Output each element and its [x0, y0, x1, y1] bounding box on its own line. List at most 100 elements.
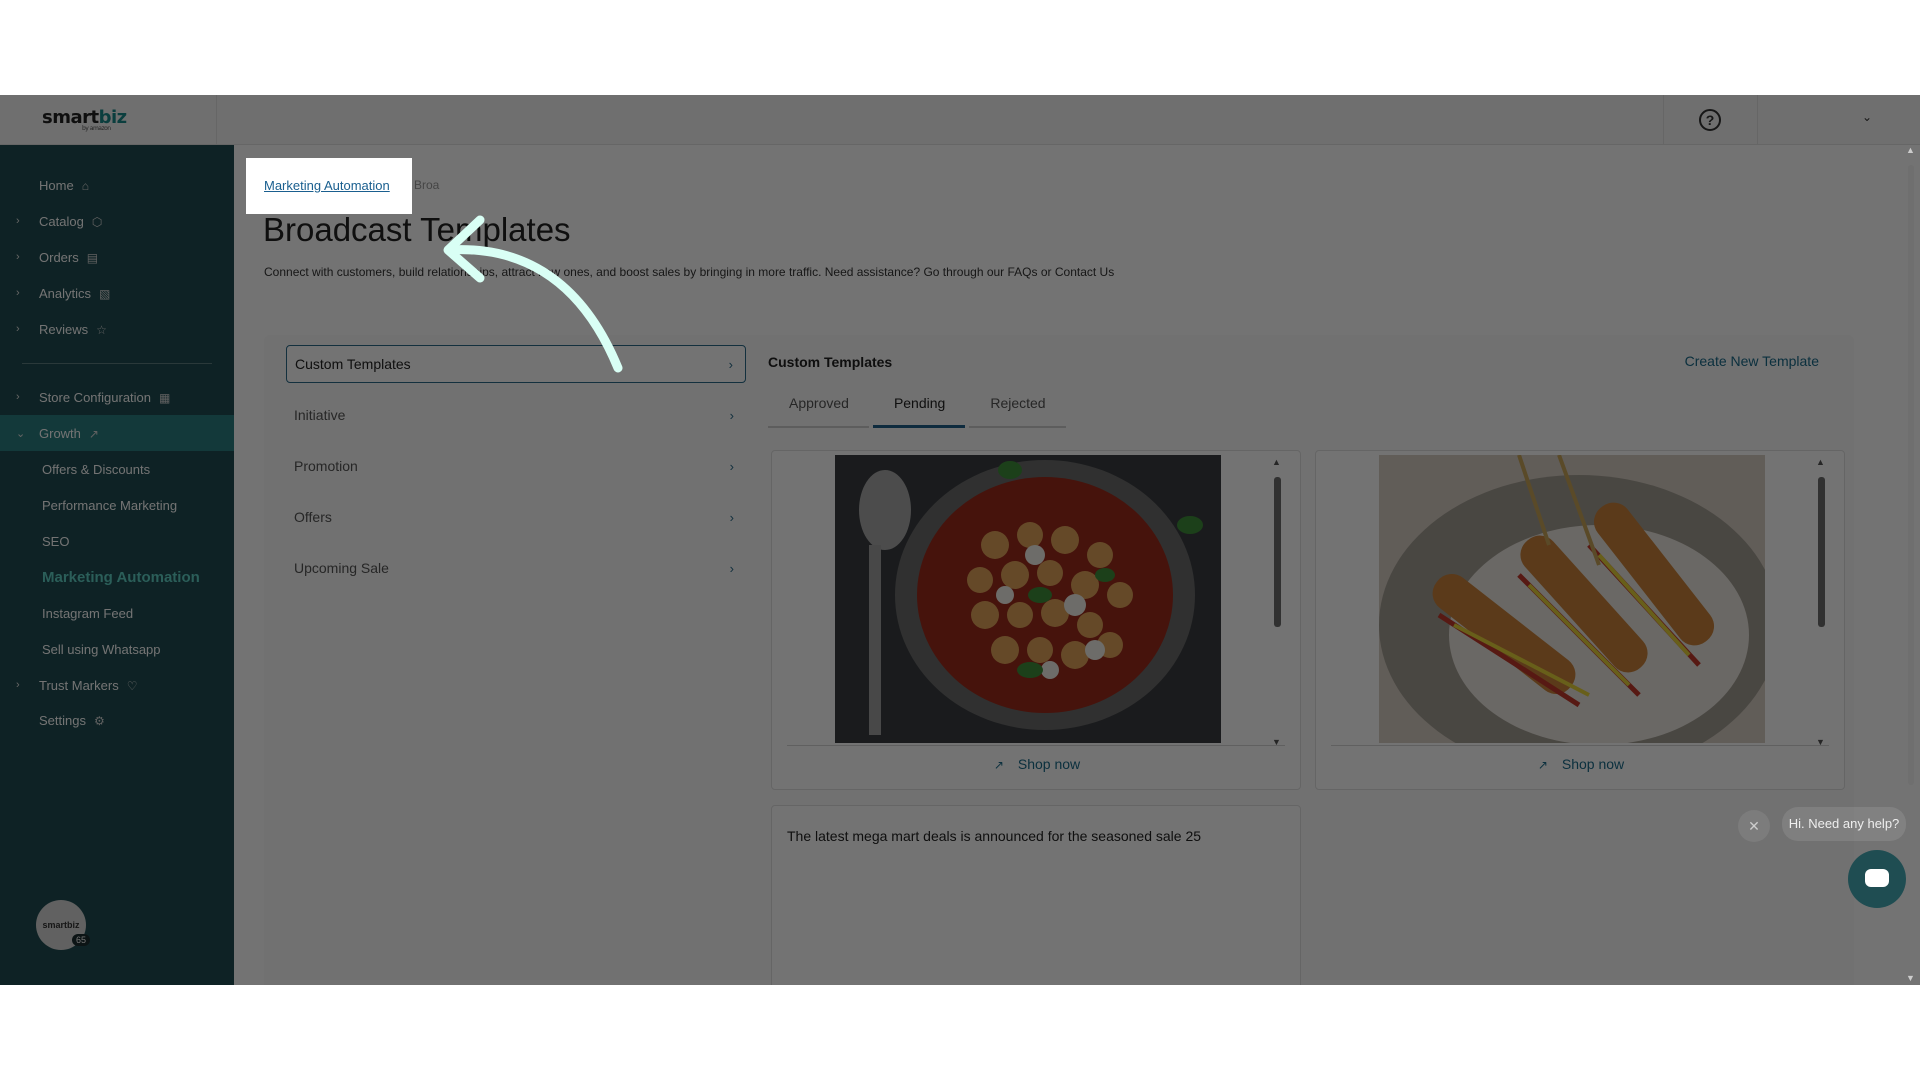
- page-description: Connect with customers, build relationsh…: [264, 265, 1115, 279]
- gear-icon: ⚙: [93, 713, 105, 728]
- shop-now-label: Shop now: [1561, 756, 1625, 772]
- sidebar-item-label: SEO: [42, 533, 70, 549]
- chat-help-bubble[interactable]: Hi. Need any help?: [1782, 807, 1906, 841]
- sidebar-item-label: Growth: [39, 425, 81, 441]
- template-image-corndogs: [1379, 455, 1765, 743]
- breadcrumb-link-marketing-automation[interactable]: Marketing Automation: [264, 178, 390, 193]
- scroll-down-icon[interactable]: ▼: [1906, 973, 1915, 983]
- star-icon: ☆: [96, 322, 107, 337]
- smartbiz-logo[interactable]: smartbiz by amazon: [42, 107, 127, 132]
- panel-title: Custom Templates: [768, 354, 893, 370]
- scroll-thumb[interactable]: [1274, 477, 1281, 627]
- template-image-gnocchi: [835, 455, 1221, 743]
- category-list: Custom Templates › Initiative › Promotio…: [286, 345, 746, 600]
- account-divider: [1757, 95, 1758, 145]
- chevron-right-icon: ›: [729, 509, 734, 525]
- corndog-image: [1379, 455, 1765, 743]
- template-scrollbar[interactable]: ▲ ▼: [1816, 457, 1826, 747]
- sidebar-item-label: Performance Marketing: [42, 497, 178, 513]
- scroll-up-icon[interactable]: ▲: [1816, 457, 1825, 467]
- app-window: smartbiz by amazon ? ⌄ Home ⌂ › Catalog ⬡ …: [0, 95, 1920, 985]
- shop-now-button[interactable]: ↗ Shop now: [772, 756, 1302, 772]
- category-upcoming-sale[interactable]: Upcoming Sale ›: [286, 549, 746, 587]
- template-card[interactable]: ▲ ▼ ↗ Shop now: [1315, 450, 1845, 790]
- sidebar-divider: [22, 363, 212, 364]
- avatar-text: smartbiz: [42, 920, 80, 930]
- sidebar-item-label: Trust Markers: [39, 677, 119, 693]
- category-offers[interactable]: Offers ›: [286, 498, 746, 536]
- chat-icon: [1865, 869, 1889, 887]
- sidebar-item-settings[interactable]: Settings ⚙: [0, 702, 234, 738]
- sidebar-item-instagram-feed[interactable]: Instagram Feed: [0, 595, 234, 631]
- sidebar-item-label: Analytics: [39, 285, 92, 301]
- sidebar-item-label: Orders: [39, 249, 79, 265]
- chevron-right-icon: ›: [16, 679, 20, 691]
- template-divider: [787, 745, 1285, 746]
- page-scrollbar[interactable]: ▲ ▼: [1905, 145, 1917, 985]
- chevron-right-icon: ›: [729, 458, 734, 474]
- sidebar-item-growth[interactable]: ⌄ Growth ↗: [0, 415, 234, 451]
- scroll-up-icon[interactable]: ▲: [1272, 457, 1281, 467]
- gnocchi-image: [835, 455, 1221, 743]
- scroll-thumb[interactable]: [1908, 165, 1914, 785]
- template-scrollbar[interactable]: ▲ ▼: [1272, 457, 1282, 747]
- sidebar-item-label: Instagram Feed: [42, 605, 134, 621]
- template-card[interactable]: ▲ ▼ ↗ Shop now: [771, 450, 1301, 790]
- tutorial-arrow: [443, 215, 623, 373]
- chevron-right-icon: ›: [728, 356, 733, 372]
- tab-pending[interactable]: Pending: [872, 391, 966, 428]
- create-new-template-link[interactable]: Create New Template: [1685, 353, 1819, 369]
- shop-now-label: Shop now: [1017, 756, 1081, 772]
- category-initiative[interactable]: Initiative ›: [286, 396, 746, 434]
- heart-badge-icon: ♡: [126, 678, 138, 693]
- scroll-thumb[interactable]: [1818, 477, 1825, 627]
- logo-subtitle: by amazon: [82, 125, 111, 132]
- trending-up-icon: ↗: [88, 426, 99, 441]
- template-divider: [1331, 745, 1829, 746]
- status-tabs: Approved Pending Rejected: [768, 391, 1070, 428]
- sidebar-item-offers-discounts[interactable]: Offers & Discounts: [0, 451, 234, 487]
- template-message-card: The latest mega mart deals is announced …: [771, 805, 1301, 985]
- category-label: Offers: [294, 509, 332, 525]
- sidebar-item-label: Catalog: [39, 213, 84, 229]
- sidebar-item-performance-marketing[interactable]: Performance Marketing: [0, 487, 234, 523]
- help-divider: [1663, 95, 1664, 145]
- tab-rejected[interactable]: Rejected: [969, 391, 1066, 428]
- sidebar-item-reviews[interactable]: › Reviews ☆: [0, 311, 234, 347]
- category-promotion[interactable]: Promotion ›: [286, 447, 746, 485]
- sidebar-item-seo[interactable]: SEO: [0, 523, 234, 559]
- sidebar-item-label: Home: [39, 177, 74, 193]
- logo-part-1: sm: [42, 107, 71, 128]
- chevron-right-icon: ›: [16, 215, 20, 227]
- sidebar: Home ⌂ › Catalog ⬡ › Orders ▤ › Analytics ▧ …: [0, 145, 234, 985]
- chevron-down-icon[interactable]: ⌄: [1862, 110, 1872, 124]
- avatar-badge: 65: [72, 934, 91, 946]
- external-link-icon: ↗: [993, 758, 1004, 772]
- question-circle-icon[interactable]: ?: [1699, 109, 1721, 131]
- sidebar-item-marketing-automation[interactable]: Marketing Automation: [0, 559, 234, 595]
- chevron-right-icon: ›: [16, 323, 20, 335]
- sidebar-item-catalog[interactable]: › Catalog ⬡: [0, 203, 234, 239]
- sidebar-item-label: Offers & Discounts: [42, 461, 151, 477]
- template-message-text: The latest mega mart deals is announced …: [787, 828, 1202, 844]
- screen: smartbiz by amazon ? ⌄ Home ⌂ › Catalog ⬡ …: [0, 0, 1920, 1080]
- shop-now-button[interactable]: ↗ Shop now: [1316, 756, 1846, 772]
- external-link-icon: ↗: [1537, 758, 1548, 772]
- sidebar-item-store-configuration[interactable]: › Store Configuration ▦: [0, 379, 234, 415]
- sidebar-item-sell-using-whatsapp[interactable]: Sell using Whatsapp: [0, 631, 234, 667]
- clipboard-icon: ▤: [86, 250, 99, 265]
- scroll-up-icon[interactable]: ▲: [1906, 145, 1915, 155]
- home-icon: ⌂: [81, 178, 89, 193]
- sidebar-item-home[interactable]: Home ⌂: [0, 167, 234, 203]
- sidebar-item-analytics[interactable]: › Analytics ▧: [0, 275, 234, 311]
- breadcrumb-current: Broa: [414, 178, 440, 192]
- chat-button[interactable]: [1848, 850, 1906, 908]
- chevron-down-icon: ⌄: [16, 427, 26, 440]
- sidebar-item-trust-markers[interactable]: › Trust Markers ♡: [0, 667, 234, 703]
- tab-approved[interactable]: Approved: [768, 391, 869, 428]
- category-label: Promotion: [294, 458, 358, 474]
- close-icon[interactable]: ✕: [1738, 810, 1770, 842]
- sidebar-item-orders[interactable]: › Orders ▤: [0, 239, 234, 275]
- chevron-right-icon: ›: [16, 287, 20, 299]
- chevron-right-icon: ›: [729, 407, 734, 423]
